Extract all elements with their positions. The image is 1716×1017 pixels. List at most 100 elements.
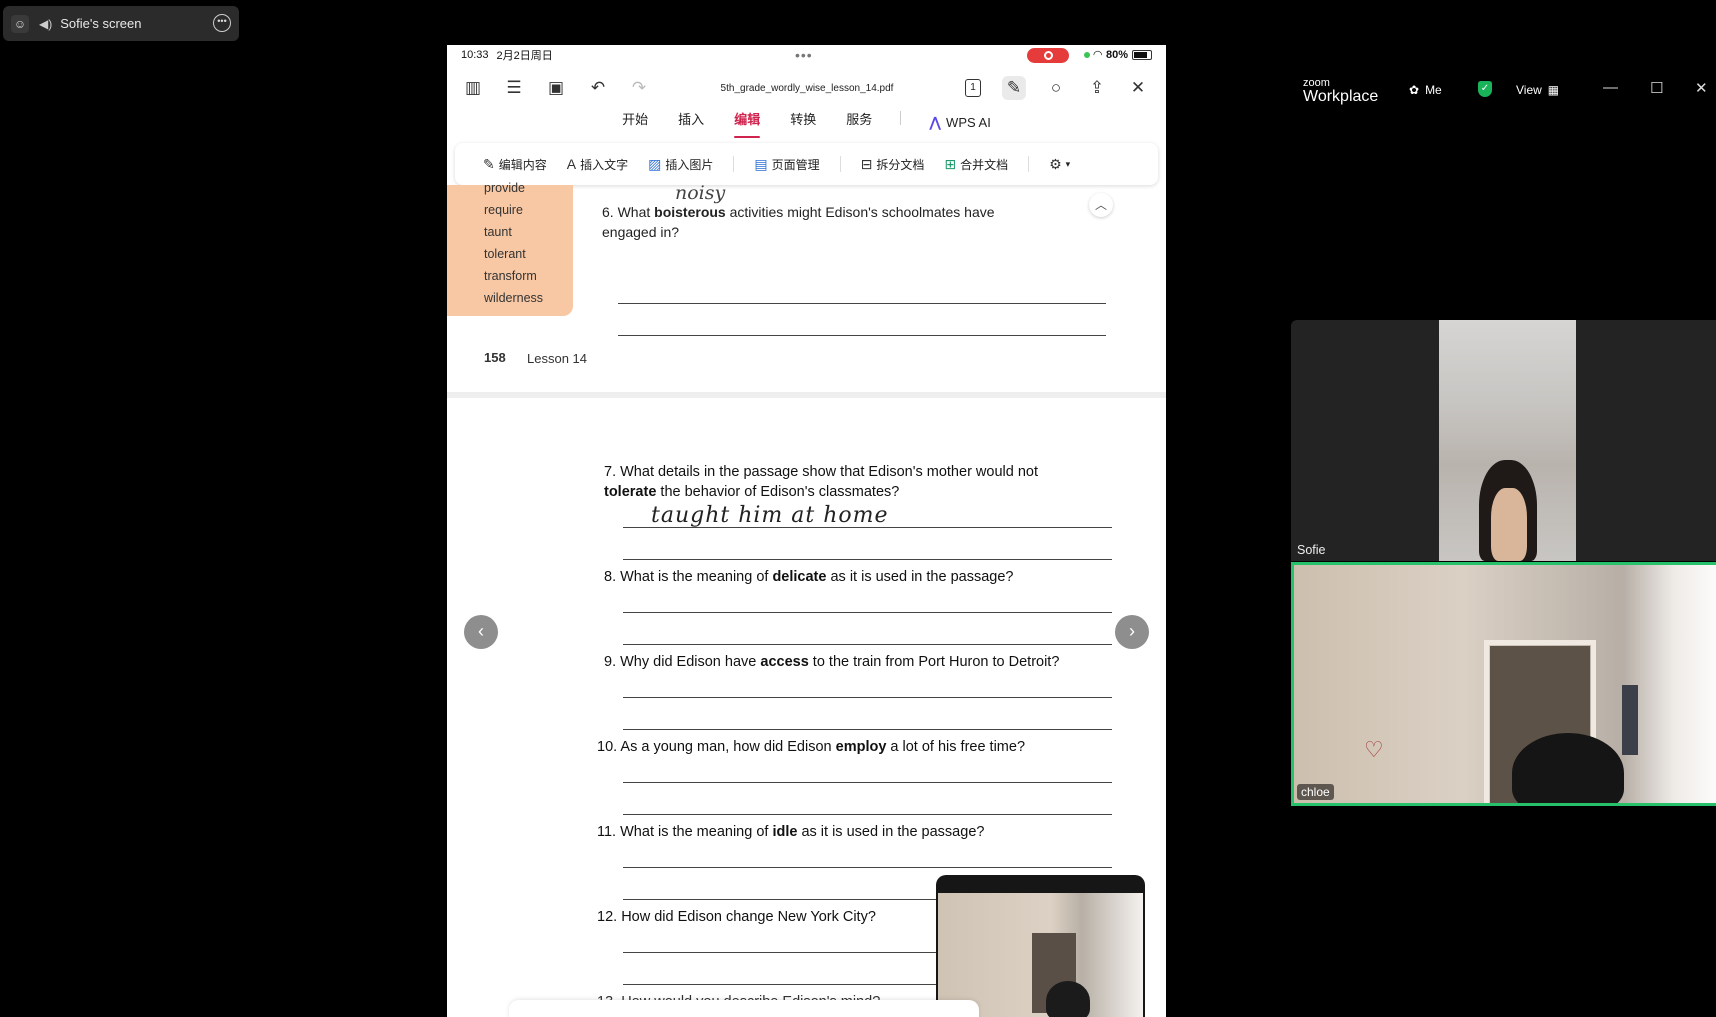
question-text: as it is used in the passage? [797,824,985,840]
question-text: Why did Edison have [620,654,761,670]
menu-wps-ai[interactable]: ⋀ WPS AI [927,109,993,135]
security-shield[interactable]: ✓ [1478,81,1492,97]
video-pip[interactable] [936,875,1145,1017]
page-manage-label: 页面管理 [771,157,820,172]
speaker-icon[interactable]: ◀) [39,17,52,31]
zoom-brand-big: Workplace [1303,88,1379,105]
ribbon-divider [839,156,841,172]
wifi-icon: ◠ [1093,49,1102,61]
page-separator [447,392,1166,398]
menu-divider [900,111,902,125]
question-text: the behavior of Edison's classmates? [656,484,900,500]
meeting-menu[interactable]: ✿ Me [1409,83,1442,97]
screen-share-badge: ☺ ◀) Sofie's screen ••• [3,6,239,41]
close-icon[interactable]: ✕ [1126,76,1150,100]
question-text: As a young man, how did Edison [620,739,836,755]
desktop: { "share": { "label": "Sofie's screen" }… [0,0,1716,1017]
page-manage-icon: ▤ [754,155,768,172]
text-icon: A [566,156,577,172]
close-window-icon[interactable]: ✕ [1695,79,1708,97]
meeting-label: Me [1425,83,1442,97]
more-options-icon[interactable]: ••• [213,14,231,32]
vocab-word: require [484,203,523,217]
answer-line [623,729,1112,730]
save-icon[interactable]: ▣ [544,76,568,100]
status-date: 2月2日周日 [496,50,553,62]
view-label: View [1516,83,1542,97]
question-text: What is the meaning of [620,824,773,840]
question-text: How did Edison change New York City? [621,909,876,925]
merge-doc-button[interactable]: ⊞ 合并文档 [944,156,1008,173]
prev-page-button[interactable]: ‹ [464,615,498,649]
minimize-icon[interactable]: — [1603,79,1618,96]
vocab-word: taunt [484,225,512,239]
answer-line [623,867,1112,868]
ribbon-divider [733,156,735,172]
question-6: 6. What boisterous activities might Edis… [602,202,1032,242]
question-num: 10. [597,739,618,755]
pen-icon[interactable]: ✎ [1002,76,1026,100]
page-manage-button[interactable]: ▤ 页面管理 [754,156,819,173]
share-icon[interactable]: ⇪ [1085,76,1109,100]
undo-icon[interactable]: ↶ [586,76,610,100]
participant-tile-chloe[interactable]: ♡ chloe [1291,562,1716,806]
sidebar-icon[interactable]: ▥ [461,76,485,100]
menu-start[interactable]: 开始 [620,109,650,135]
main-menu: 开始 插入 编辑 转换 服务 ⋀ WPS AI [447,109,1166,138]
participant-face [1491,488,1527,561]
insert-text-label: 插入文字 [580,157,629,172]
vocab-word: provide [484,181,525,195]
answer-line [623,612,1112,613]
edit-content-label: 编辑内容 [498,157,547,172]
insert-image-label: 插入图片 [665,157,714,172]
participant-name: Sofie [1297,543,1326,557]
share-label: Sofie's screen [60,16,142,31]
insert-text-button[interactable]: A 插入文字 [567,156,628,173]
merge-doc-label: 合并文档 [960,157,1009,172]
vocab-term: tolerate [604,484,657,500]
answer-line [618,335,1106,336]
search-icon[interactable]: ○ [1044,76,1068,100]
settings-button[interactable]: ⚙ ▾ [1049,156,1070,173]
vocab-term: idle [772,824,798,840]
pip-person [1046,981,1090,1017]
zoom-header: zoom Workplace ✿ Me ✓ View ▦ — ☐ ✕ [1285,63,1716,115]
recording-indicator [1027,48,1069,63]
split-doc-button[interactable]: ⊟ 拆分文档 [861,156,925,173]
zoom-logo: zoom Workplace [1303,77,1379,105]
status-time: 10:33 [461,49,489,61]
participant-video [1439,320,1576,561]
menu-edit[interactable]: 编辑 [732,109,762,138]
question-text: What details in the passage show that Ed… [620,464,1038,480]
chevron-down-icon: ▾ [1065,158,1071,169]
participant-tile-sofie[interactable]: Sofie [1291,320,1716,561]
menu-service[interactable]: 服务 [844,109,874,135]
next-page-button[interactable]: › [1115,615,1149,649]
menu-icon[interactable]: ☰ [502,76,526,100]
answer-line [623,814,1112,815]
camera-dot-icon [1083,51,1090,58]
question-num: 12. [597,909,618,925]
insert-image-button[interactable]: ▨ 插入图片 [648,156,713,173]
multitask-dots-icon[interactable]: ••• [795,47,813,63]
edit-content-button[interactable]: ✎ 编辑内容 [483,156,547,173]
pip-camera-feed [938,893,1143,1017]
question-10: 10. As a young man, how did Edison emplo… [597,737,1067,757]
question-num: 8. [604,569,617,585]
lesson-label: Lesson 14 [527,351,587,366]
menu-convert[interactable]: 转换 [788,109,818,135]
view-menu[interactable]: View ▦ [1516,83,1559,97]
answer-line [623,527,1112,528]
split-doc-label: 拆分文档 [876,157,925,172]
maximize-icon[interactable]: ☐ [1650,79,1663,97]
handwriting-noisy: noisy [675,182,726,204]
video-poster [1622,685,1638,755]
collapse-toolbar-icon[interactable]: ︿ [1089,193,1113,217]
participant-name: chloe [1297,784,1334,800]
menu-insert[interactable]: 插入 [676,109,706,135]
heart-decoration-icon: ♡ [1364,737,1384,762]
participant-head [1512,733,1624,803]
question-text: What [617,204,655,220]
page-count-icon[interactable]: 1 [965,79,981,97]
edit-ribbon: ✎ 编辑内容 A 插入文字 ▨ 插入图片 ▤ 页面管理 ⊟ 拆分文档 ⊞ 合并文档 ⚙ ▾ [455,143,1158,185]
